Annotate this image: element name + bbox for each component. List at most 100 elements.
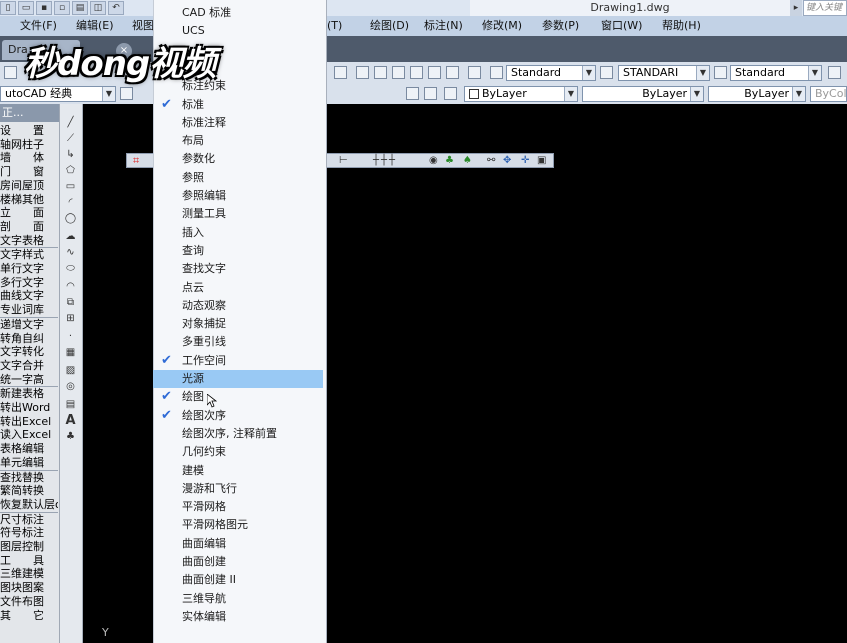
search-arrow-icon[interactable]: ▸ [790,0,802,16]
sheet-set-icon[interactable] [410,66,423,79]
context-menu-item[interactable]: 多重引线 [153,333,323,351]
insert-block-icon[interactable]: ⧉ [64,296,77,309]
context-menu-item[interactable]: 插入 [153,224,323,242]
palette-item[interactable]: 专业词库 [0,303,58,317]
palette-item[interactable]: 读入Excel [0,428,58,442]
tool-palette-icon[interactable] [392,66,405,79]
palette-item[interactable]: 文件布图 [0,595,58,609]
circle-icon[interactable]: ◯ [64,212,77,225]
menu-view[interactable]: 视图 [132,16,154,36]
revcloud-icon[interactable]: ☁ [64,230,77,243]
context-menu-item[interactable]: 平滑网格 [153,498,323,516]
palette-item[interactable]: 三维建模 [0,567,58,581]
menu-help[interactable]: 帮助(H) [662,16,701,36]
palette-item[interactable]: 文字表格 [0,234,58,248]
menu-edit[interactable]: 编辑(E) [76,16,114,36]
context-menu-item[interactable]: 点云 [153,279,323,297]
table-style-select[interactable]: Standard ▼ [730,65,822,81]
palette-item[interactable]: 楼梯其他 [0,193,58,207]
palette-item[interactable]: 轴网柱子 [0,138,58,152]
new-icon[interactable] [4,66,17,79]
orbit-icon[interactable]: ◉ [429,154,438,167]
palette-item[interactable]: 曲线文字 [0,289,58,303]
undo-icon[interactable]: ↶ [108,1,124,15]
ellipse-arc-icon[interactable]: ◠ [64,280,77,293]
palette-item[interactable]: 其 它 [0,609,58,623]
text-style-select[interactable]: Standard ▼ [506,65,596,81]
lineweight-select[interactable]: ByLayer ▼ [708,86,806,102]
context-menu-item[interactable]: 建模 [153,462,323,480]
palette-item[interactable]: 立 面 [0,206,58,220]
context-menu-item[interactable]: 几何约束 [153,443,323,461]
tree2-icon[interactable]: ♠ [463,154,472,167]
context-menu-item[interactable]: 曲面创建 II [153,571,323,589]
context-menu-item[interactable]: 绘图次序, 注释前置 [153,425,323,443]
palette-item[interactable]: 转出Word [0,401,58,415]
gradient-icon[interactable]: ▨ [64,364,77,377]
palette-item[interactable]: 房间屋顶 [0,179,58,193]
context-menu-item[interactable]: 布局 [153,132,323,150]
palette-item[interactable]: 设 置 [0,124,58,138]
layer-previous-icon[interactable] [406,87,419,100]
workspace-select[interactable]: utoCAD 经典 ▼ [0,86,116,102]
palette-item[interactable]: 表格编辑 [0,442,58,456]
dim-style-select[interactable]: STANDARI ▼ [618,65,710,81]
palette-item[interactable]: 文字样式 [0,248,58,262]
arc-icon[interactable]: ◜ [64,196,77,209]
link-icon[interactable]: ⚯ [487,154,495,167]
context-menu-item[interactable]: 曲面编辑 [153,535,323,553]
make-block-icon[interactable]: ⊞ [64,312,77,325]
palette-item[interactable]: 新建表格 [0,387,58,401]
print-icon[interactable]: ▤ [72,1,88,15]
palette-item[interactable]: 繁简转换 [0,484,58,498]
hatch-icon[interactable]: ▦ [64,346,77,359]
plot-preview-icon[interactable]: ◫ [90,1,106,15]
context-menu-item[interactable]: 工作空间 [153,352,323,370]
menu-dimension[interactable]: 标注(N) [424,16,463,36]
context-menu-item[interactable]: 查询 [153,242,323,260]
move-icon[interactable]: ✥ [503,154,511,167]
layer-match-icon[interactable] [424,87,437,100]
print-icon[interactable]: ▣ [537,154,546,167]
menu-draw[interactable]: 绘图(D) [370,16,409,36]
context-menu-item[interactable]: 查找文字 [153,260,323,278]
menu-parametric[interactable]: 参数(P) [542,16,579,36]
context-menu-item[interactable]: 绘图 [153,388,323,406]
palette-item[interactable]: 多行文字 [0,276,58,290]
context-menu-item[interactable]: 测量工具 [153,205,323,223]
grip-icon[interactable]: ⌗ [133,154,139,167]
context-menu-item[interactable]: 动态观察 [153,297,323,315]
context-menu-item[interactable]: 光源 [153,370,323,389]
palette-item[interactable]: 查找替换 [0,471,58,485]
search-input[interactable]: 键入关键 [803,0,847,16]
palette-item[interactable]: 转角自纠 [0,332,58,346]
context-menu-item[interactable]: 参照编辑 [153,187,323,205]
palette-item[interactable]: 符号标注 [0,526,58,540]
help-icon[interactable] [468,66,481,79]
dim-linear-icon[interactable]: ┼┼┼ [373,154,397,167]
context-menu-item[interactable]: 平滑网格图元 [153,516,323,534]
zoom-icon[interactable] [334,66,347,79]
line-icon[interactable]: ╱ [64,116,77,129]
pan-icon[interactable]: ✛ [521,154,529,167]
spline-icon[interactable]: ∿ [64,246,77,259]
save-as-icon[interactable]: ▫ [54,1,70,15]
palette-item[interactable]: 图层控制 [0,540,58,554]
tree-icon[interactable]: ♣ [445,154,454,167]
palette-item[interactable]: 门 窗 [0,165,58,179]
context-menu-item[interactable]: 参数化 [153,150,323,168]
palette-item[interactable]: 墙 体 [0,151,58,165]
context-menu-item[interactable]: 标准注释 [153,114,323,132]
new-file-icon[interactable]: ▯ [0,1,16,15]
context-menu-item[interactable]: 三维导航 [153,590,323,608]
dimension-icon[interactable]: ⊢ [339,154,348,167]
layer-isolate-icon[interactable] [444,87,457,100]
context-menu-item[interactable]: 漫游和飞行 [153,480,323,498]
polygon-icon[interactable]: ⬠ [64,164,77,177]
palette-item[interactable]: 递增文字 [0,318,58,332]
menu-tools[interactable]: (T) [327,16,342,36]
save-icon[interactable]: ▪ [36,1,52,15]
palette-item[interactable]: 文字转化 [0,345,58,359]
context-menu-item[interactable]: 对象捕捉 [153,315,323,333]
palette-item[interactable]: 工 具 [0,554,58,568]
